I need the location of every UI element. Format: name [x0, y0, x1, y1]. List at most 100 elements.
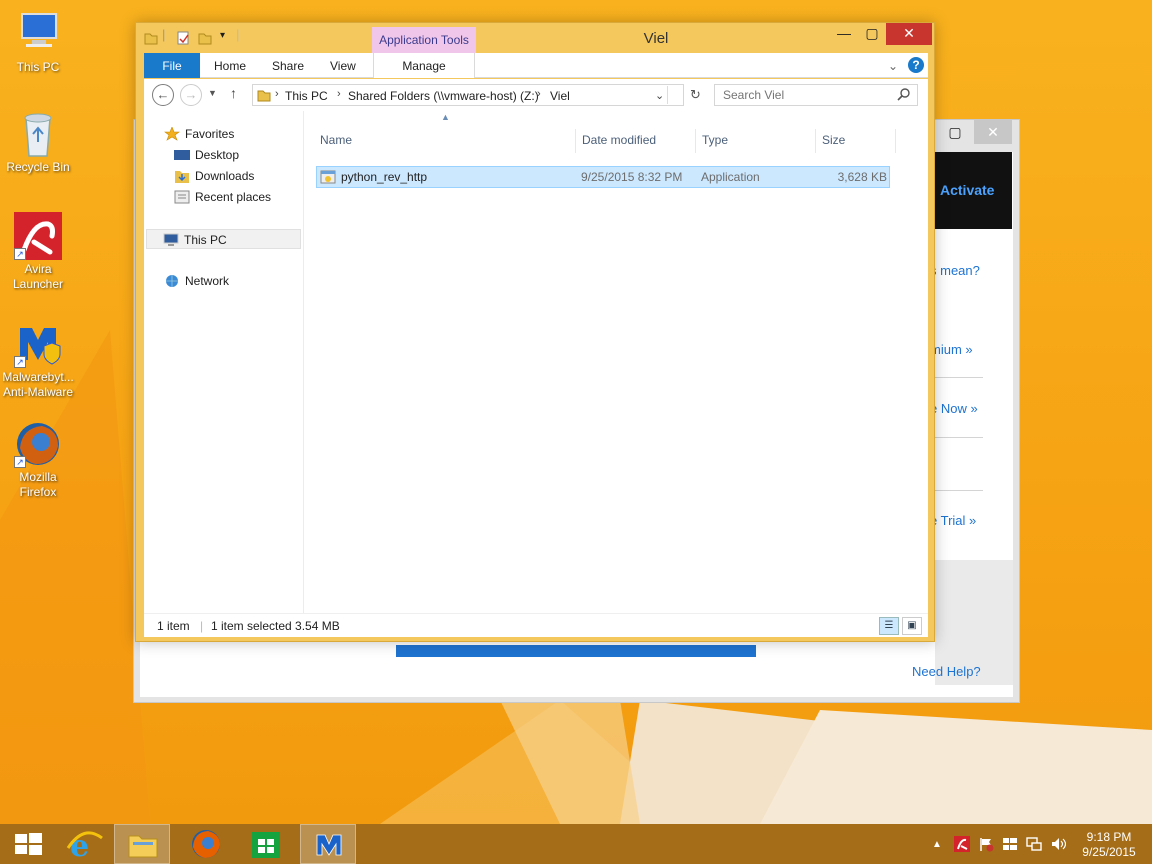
- activate-link[interactable]: Activate: [940, 182, 994, 198]
- malwarebytes-icon: ↗: [14, 320, 62, 368]
- tab-view[interactable]: View: [330, 53, 356, 78]
- nav-recent-places[interactable]: Recent places: [174, 187, 271, 207]
- column-header-size[interactable]: Size: [816, 129, 896, 153]
- minimize-button[interactable]: —: [830, 23, 858, 45]
- shortcut-arrow-icon: ↗: [14, 456, 26, 468]
- desktop-icon-recycle-bin[interactable]: Recycle Bin: [2, 110, 74, 175]
- chevron-right-icon[interactable]: ›: [275, 88, 279, 100]
- file-explorer-icon: [128, 835, 158, 858]
- properties-icon[interactable]: [176, 31, 190, 48]
- chevron-right-icon[interactable]: ›: [537, 88, 541, 100]
- avira-tray-icon[interactable]: [954, 836, 970, 855]
- desktop-icon-label: Mozilla Firefox: [19, 470, 57, 499]
- file-row[interactable]: python_rev_http 9/25/2015 8:32 PM Applic…: [316, 166, 890, 188]
- nav-downloads[interactable]: Downloads: [174, 166, 254, 186]
- action-center-flag-icon[interactable]: [978, 836, 994, 855]
- address-bar-row: ← → ▼ ↑ › This PC › Shared Folders (\\vm…: [144, 79, 928, 111]
- nav-label: Recent places: [195, 190, 272, 204]
- desktop-icon: [174, 148, 190, 162]
- windows-tray-icon[interactable]: [1002, 836, 1018, 855]
- malwarebytes-icon: [316, 834, 342, 856]
- title-bar[interactable]: | ▾ | Application Tools Viel — ▢ ✕: [136, 23, 934, 53]
- taskbar-malwarebytes[interactable]: [300, 824, 356, 864]
- breadcrumb-this-pc[interactable]: This PC: [285, 89, 328, 103]
- start-button[interactable]: [0, 824, 56, 864]
- column-header-name[interactable]: Name: [314, 129, 576, 153]
- clock-time: 9:18 PM: [1086, 830, 1132, 844]
- column-header-type[interactable]: Type: [696, 129, 816, 153]
- clock[interactable]: 9:18 PM 9/25/2015: [1076, 830, 1142, 860]
- taskbar-store[interactable]: [238, 824, 294, 864]
- recent-locations-icon[interactable]: ▼: [208, 88, 217, 98]
- search-icon[interactable]: [897, 88, 910, 104]
- show-hidden-icons-icon[interactable]: ▲: [932, 839, 942, 850]
- maximize-button[interactable]: ▢: [936, 120, 974, 144]
- progress-bar: [396, 645, 756, 657]
- file-explorer-window[interactable]: | ▾ | Application Tools Viel — ▢ ✕ File …: [135, 22, 935, 642]
- search-box[interactable]: [714, 84, 918, 106]
- taskbar: e ▲ 9:18 PM 9/25/2015: [0, 824, 1152, 864]
- address-box[interactable]: › This PC › Shared Folders (\\vmware-hos…: [252, 84, 684, 106]
- separator: |: [236, 27, 240, 42]
- tab-share[interactable]: Share: [272, 53, 304, 78]
- up-arrow-icon[interactable]: ↑: [230, 85, 237, 101]
- new-folder-icon[interactable]: [198, 31, 212, 48]
- desktop-icon-firefox[interactable]: ↗ Mozilla Firefox: [2, 420, 74, 500]
- network-icon: [164, 274, 180, 288]
- column-header-date-modified[interactable]: Date modified: [576, 129, 696, 153]
- tab-file[interactable]: File: [144, 53, 200, 78]
- breadcrumb-viel[interactable]: Viel: [550, 89, 570, 103]
- nav-network[interactable]: Network: [164, 271, 229, 291]
- nav-label: This PC: [184, 233, 227, 247]
- search-input[interactable]: [715, 85, 893, 105]
- nav-label: Favorites: [185, 127, 235, 141]
- background-link[interactable]: mium »: [930, 342, 973, 357]
- help-icon[interactable]: ?: [908, 57, 924, 73]
- desktop-icon-this-pc[interactable]: This PC: [2, 10, 74, 75]
- nav-desktop[interactable]: Desktop: [174, 145, 239, 165]
- separator: |: [200, 619, 204, 633]
- folder-icon: [144, 31, 158, 48]
- customize-qat-icon[interactable]: ▾: [220, 30, 225, 41]
- tab-home[interactable]: Home: [214, 53, 246, 78]
- taskbar-firefox[interactable]: [178, 824, 234, 864]
- refresh-icon[interactable]: ↻: [690, 87, 701, 103]
- taskbar-file-explorer[interactable]: [114, 824, 170, 864]
- desktop-icon-avira[interactable]: ↗ Avira Launcher: [2, 212, 74, 292]
- divider: [935, 490, 983, 491]
- close-button[interactable]: ✕: [974, 120, 1012, 144]
- close-button[interactable]: ✕: [886, 23, 932, 45]
- forward-button[interactable]: →: [180, 84, 202, 106]
- chevron-down-icon[interactable]: ⌄: [655, 89, 664, 102]
- desktop-icon-malwarebytes[interactable]: ↗ Malwarebyt... Anti-Malware: [2, 320, 74, 400]
- application-icon: [320, 169, 336, 189]
- contextual-tab-application-tools: Application Tools: [372, 27, 476, 53]
- clock-date: 9/25/2015: [1082, 845, 1136, 859]
- file-name: python_rev_http: [341, 170, 428, 184]
- need-help-link[interactable]: Need Help?: [912, 664, 981, 679]
- nav-label: Desktop: [195, 148, 240, 162]
- network-tray-icon[interactable]: [1026, 836, 1042, 855]
- content-area: Favorites Desktop Downloads Recent place…: [144, 111, 928, 613]
- nav-favorites[interactable]: Favorites: [164, 124, 234, 144]
- details-view-icon[interactable]: ☰: [879, 617, 899, 635]
- taskbar-internet-explorer[interactable]: e: [56, 824, 112, 864]
- background-link[interactable]: s mean?: [930, 263, 980, 278]
- background-link[interactable]: e Now »: [930, 401, 978, 416]
- star-icon: [164, 126, 180, 141]
- chevron-right-icon[interactable]: ›: [337, 88, 341, 100]
- store-icon: [252, 832, 280, 858]
- back-button[interactable]: ←: [152, 84, 174, 106]
- background-link[interactable]: e Trial »: [930, 513, 976, 528]
- breadcrumb-shared-folders[interactable]: Shared Folders (\\vmware-host) (Z:): [348, 89, 539, 103]
- file-date: 9/25/2015 8:32 PM: [581, 170, 683, 184]
- file-type: Application: [701, 170, 760, 184]
- windows-logo-icon: [15, 833, 42, 855]
- maximize-button[interactable]: ▢: [858, 23, 886, 45]
- expand-ribbon-icon[interactable]: ⌄: [888, 53, 898, 78]
- tab-manage[interactable]: Manage: [373, 53, 475, 78]
- desktop-icon-label: This PC: [16, 60, 60, 74]
- nav-this-pc[interactable]: This PC: [146, 229, 301, 249]
- volume-icon[interactable]: [1050, 836, 1067, 855]
- large-icons-view-icon[interactable]: ▣: [902, 617, 922, 635]
